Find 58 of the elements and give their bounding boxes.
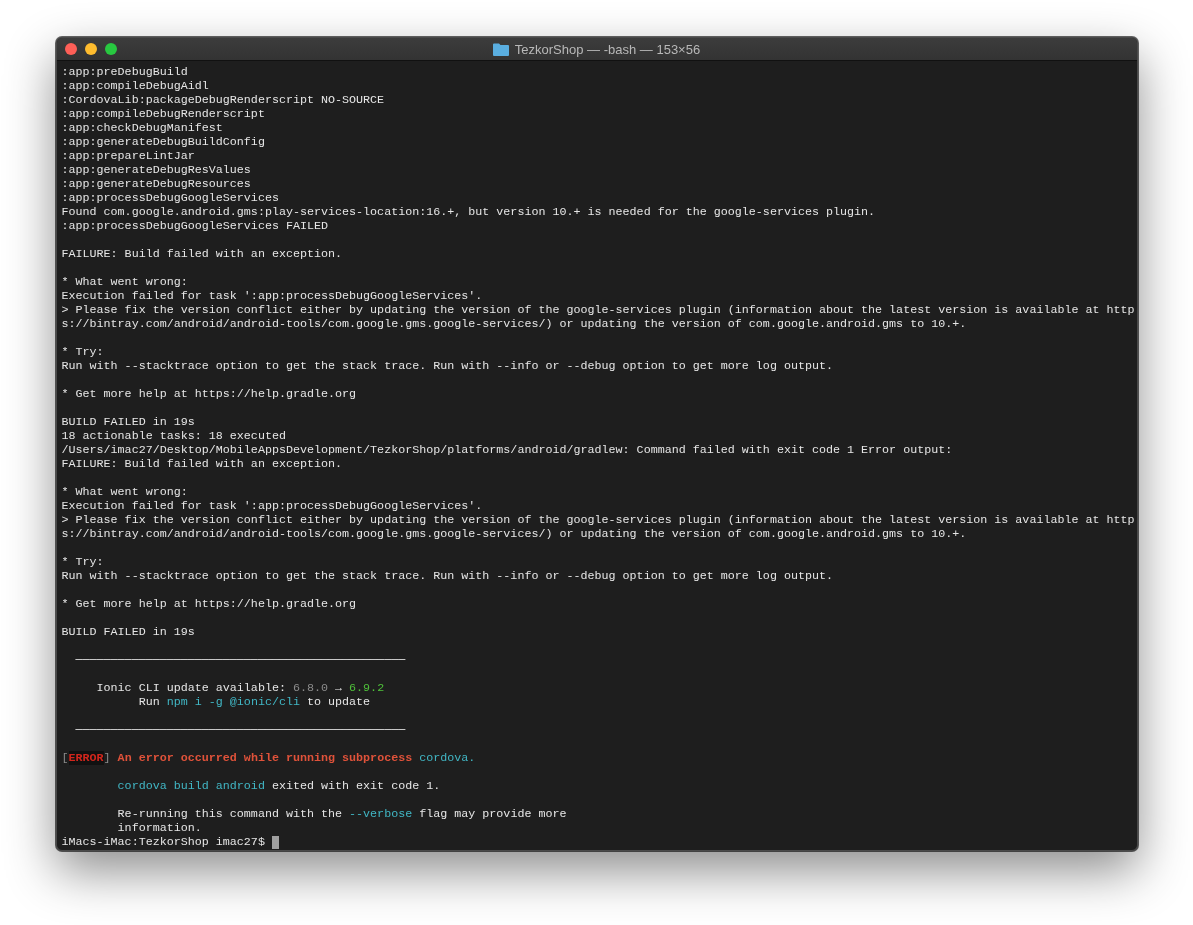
output-text: flag may provide more	[418, 807, 567, 821]
output-text: > Please fix the version conflict either by updating the version of the google-services plugin (information about the latest version is available at http	[61, 303, 1135, 317]
output-text: * Get more help at https://help.gradle.org	[61, 597, 357, 611]
output-text: 18 actionable tasks: 18 executed	[61, 429, 286, 443]
output-text: * Get more help at https://help.gradle.org	[61, 387, 357, 401]
output-text: :app:compileDebugAidl	[61, 79, 209, 93]
output-text: :CordovaLib:packageDebugRenderscript NO-SOURCE	[61, 93, 385, 107]
dim-text: ]	[103, 751, 111, 765]
output-text: :app:processDebugGoogleServices	[61, 191, 279, 205]
output-text: :app:checkDebugManifest	[61, 121, 223, 135]
output-text: :app:preDebugBuild	[61, 65, 188, 79]
output-text: Execution failed for task ':app:processDebugGoogleServices'.	[61, 289, 483, 303]
output-text: →	[334, 681, 343, 695]
output-text: Run	[137, 695, 160, 709]
output-text: information.	[116, 821, 202, 835]
highlight-text: npm i -g @ionic/cli	[165, 695, 300, 709]
output-text: Run with --stacktrace option to get the stack trace. Run with --info or --debug option to get more log output.	[61, 569, 833, 583]
output-text: * What went wrong:	[61, 485, 188, 499]
output-text: s://bintray.com/android/android-tools/com.google.gms.google-services/) or updating the version of com.google.android.gms to 10.+.	[61, 527, 967, 541]
error-label: ERROR	[68, 751, 104, 765]
folder-icon	[492, 42, 509, 56]
output-text: * What went wrong:	[61, 275, 188, 289]
output-text: Execution failed for task ':app:processDebugGoogleServices'.	[61, 499, 483, 513]
output-text: Run with --stacktrace option to get the stack trace. Run with --info or --debug option to get more log output.	[61, 359, 833, 373]
output-text: :app:generateDebugBuildConfig	[61, 135, 265, 149]
output-text: iMacs-iMac:TezkorShop imac27$	[61, 835, 265, 849]
divider-line-text: ───────────────────────────────────────────────	[74, 723, 406, 737]
version-text: 6.9.2	[348, 681, 385, 695]
output-text: exited with exit code 1.	[270, 779, 441, 793]
output-text: Found com.google.android.gms:play-services-location:16.+, but version 10.+ is needed for the google-services plugin.	[61, 205, 876, 219]
highlight-text: --verbose	[348, 807, 413, 821]
window-title: TezkorShop — -bash — 153×56	[514, 41, 701, 57]
output-text: :app:generateDebugResValues	[61, 163, 251, 177]
output-text: BUILD FAILED in 19s	[61, 625, 195, 639]
output-text: Ionic CLI update available:	[95, 681, 286, 695]
output-text: :app:processDebugGoogleServices FAILED	[61, 219, 329, 233]
output-text: :app:generateDebugResources	[61, 177, 251, 191]
output-text: > Please fix the version conflict either by updating the version of the google-services plugin (information about the latest version is available at http	[61, 513, 1135, 527]
highlight-text: cordova.	[418, 751, 476, 765]
error-message: An error occurred while running subprocess	[116, 751, 413, 765]
output-text: BUILD FAILED in 19s	[61, 415, 195, 429]
dim-text: 6.8.0	[291, 681, 329, 695]
output-text: FAILURE: Build failed with an exception.	[61, 247, 343, 261]
highlight-text: cordova build android	[116, 779, 265, 793]
output-text: Re-running this command with the	[116, 807, 343, 821]
output-text: :app:compileDebugRenderscript	[61, 107, 265, 121]
dim-text: [	[61, 751, 69, 765]
output-text: to update	[306, 695, 371, 709]
zoom-icon[interactable]	[104, 43, 117, 55]
output-text: FAILURE: Build failed with an exception.	[61, 457, 343, 471]
output-text: s://bintray.com/android/android-tools/com.google.gms.google-services/) or updating the version of com.google.android.gms to 10.+.	[61, 317, 967, 331]
output-text: * Try:	[61, 345, 104, 359]
close-icon[interactable]	[64, 43, 77, 55]
divider-line-text: ───────────────────────────────────────────────	[74, 653, 406, 667]
output-text: /Users/imac27/Desktop/MobileAppsDevelopment/TezkorShop/platforms/android/gradlew: Command failed with exit code 1 Error output:	[61, 443, 953, 457]
output-text: :app:prepareLintJar	[61, 149, 195, 163]
minimize-icon[interactable]	[84, 43, 97, 55]
output-text: * Try:	[61, 555, 104, 569]
